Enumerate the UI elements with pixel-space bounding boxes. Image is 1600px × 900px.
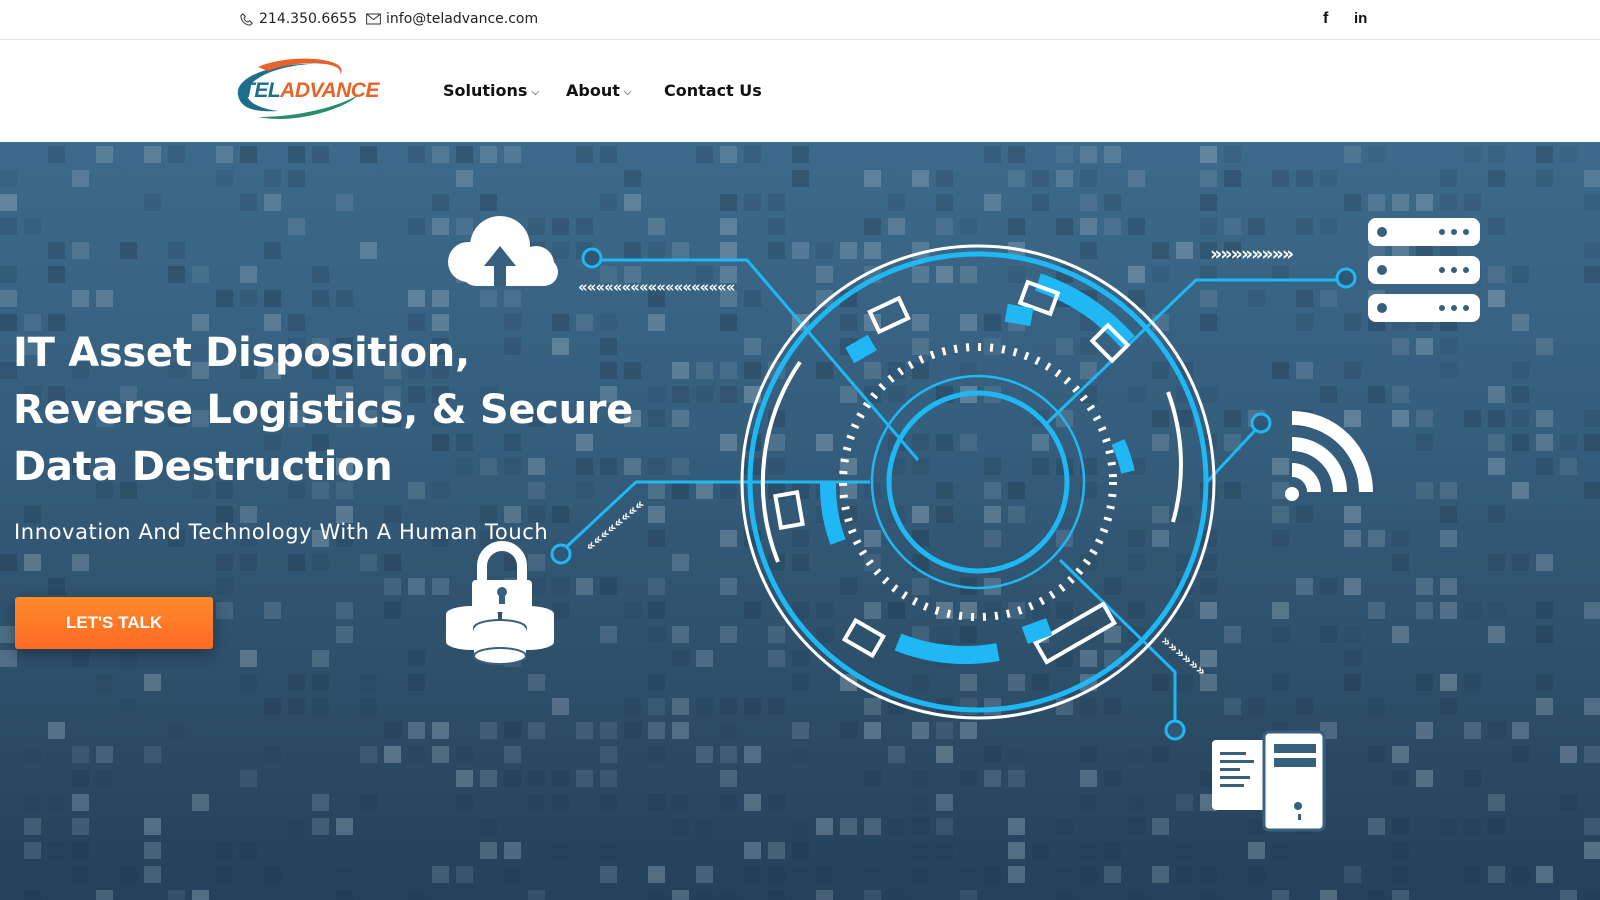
mail-icon (366, 13, 381, 25)
wifi-icon (1285, 411, 1373, 501)
nav-about[interactable]: About ⌵ (566, 81, 631, 100)
phone-number: 214.350.6655 (259, 11, 357, 27)
chevron-down-icon: ⌵ (623, 86, 632, 98)
email-address: info@teladvance.com (386, 11, 539, 27)
email-link[interactable]: info@teladvance.com (366, 11, 538, 27)
lets-talk-button[interactable]: LET'S TALK (15, 597, 213, 649)
arrow-chevrons-left: «««««««««««««««««« (578, 278, 735, 296)
nav-solutions[interactable]: Solutions ⌵ (443, 81, 539, 100)
phone-link[interactable]: 214.350.6655 (239, 11, 357, 27)
nav-contact-us[interactable]: Contact Us (664, 81, 762, 100)
top-bar: 214.350.6655 info@teladvance.com f in (0, 0, 1600, 40)
chevron-down-icon: ⌵ (531, 86, 540, 98)
nav-contact-us-label: Contact Us (664, 81, 762, 100)
teladvance-logo[interactable]: TELADVANCE (228, 55, 396, 123)
arrow-chevrons-diagonal: «««««««« (582, 496, 648, 555)
facebook-icon[interactable]: f (1323, 10, 1328, 28)
logo-wordmark: TELADVANCE (242, 79, 379, 102)
desktop-computer-icon (1212, 730, 1326, 832)
server-rack-icon (1368, 218, 1480, 322)
arrow-chevrons-right: »»»»»»»» (1210, 243, 1293, 265)
linkedin-icon[interactable]: in (1354, 10, 1367, 27)
hero-title: IT Asset Disposition, Reverse Logistics,… (13, 330, 634, 490)
nav-solutions-label: Solutions (443, 81, 528, 100)
hero-section: «««««««««««««««««« »»»»»»»» «««««««« »»»… (0, 142, 1600, 900)
nav-about-label: About (566, 81, 620, 100)
site-header: TELADVANCE Solutions ⌵ About ⌵ Contact U… (0, 41, 1600, 142)
hero-subtitle: Innovation And Technology With A Human T… (14, 520, 549, 544)
phone-icon (240, 12, 253, 26)
